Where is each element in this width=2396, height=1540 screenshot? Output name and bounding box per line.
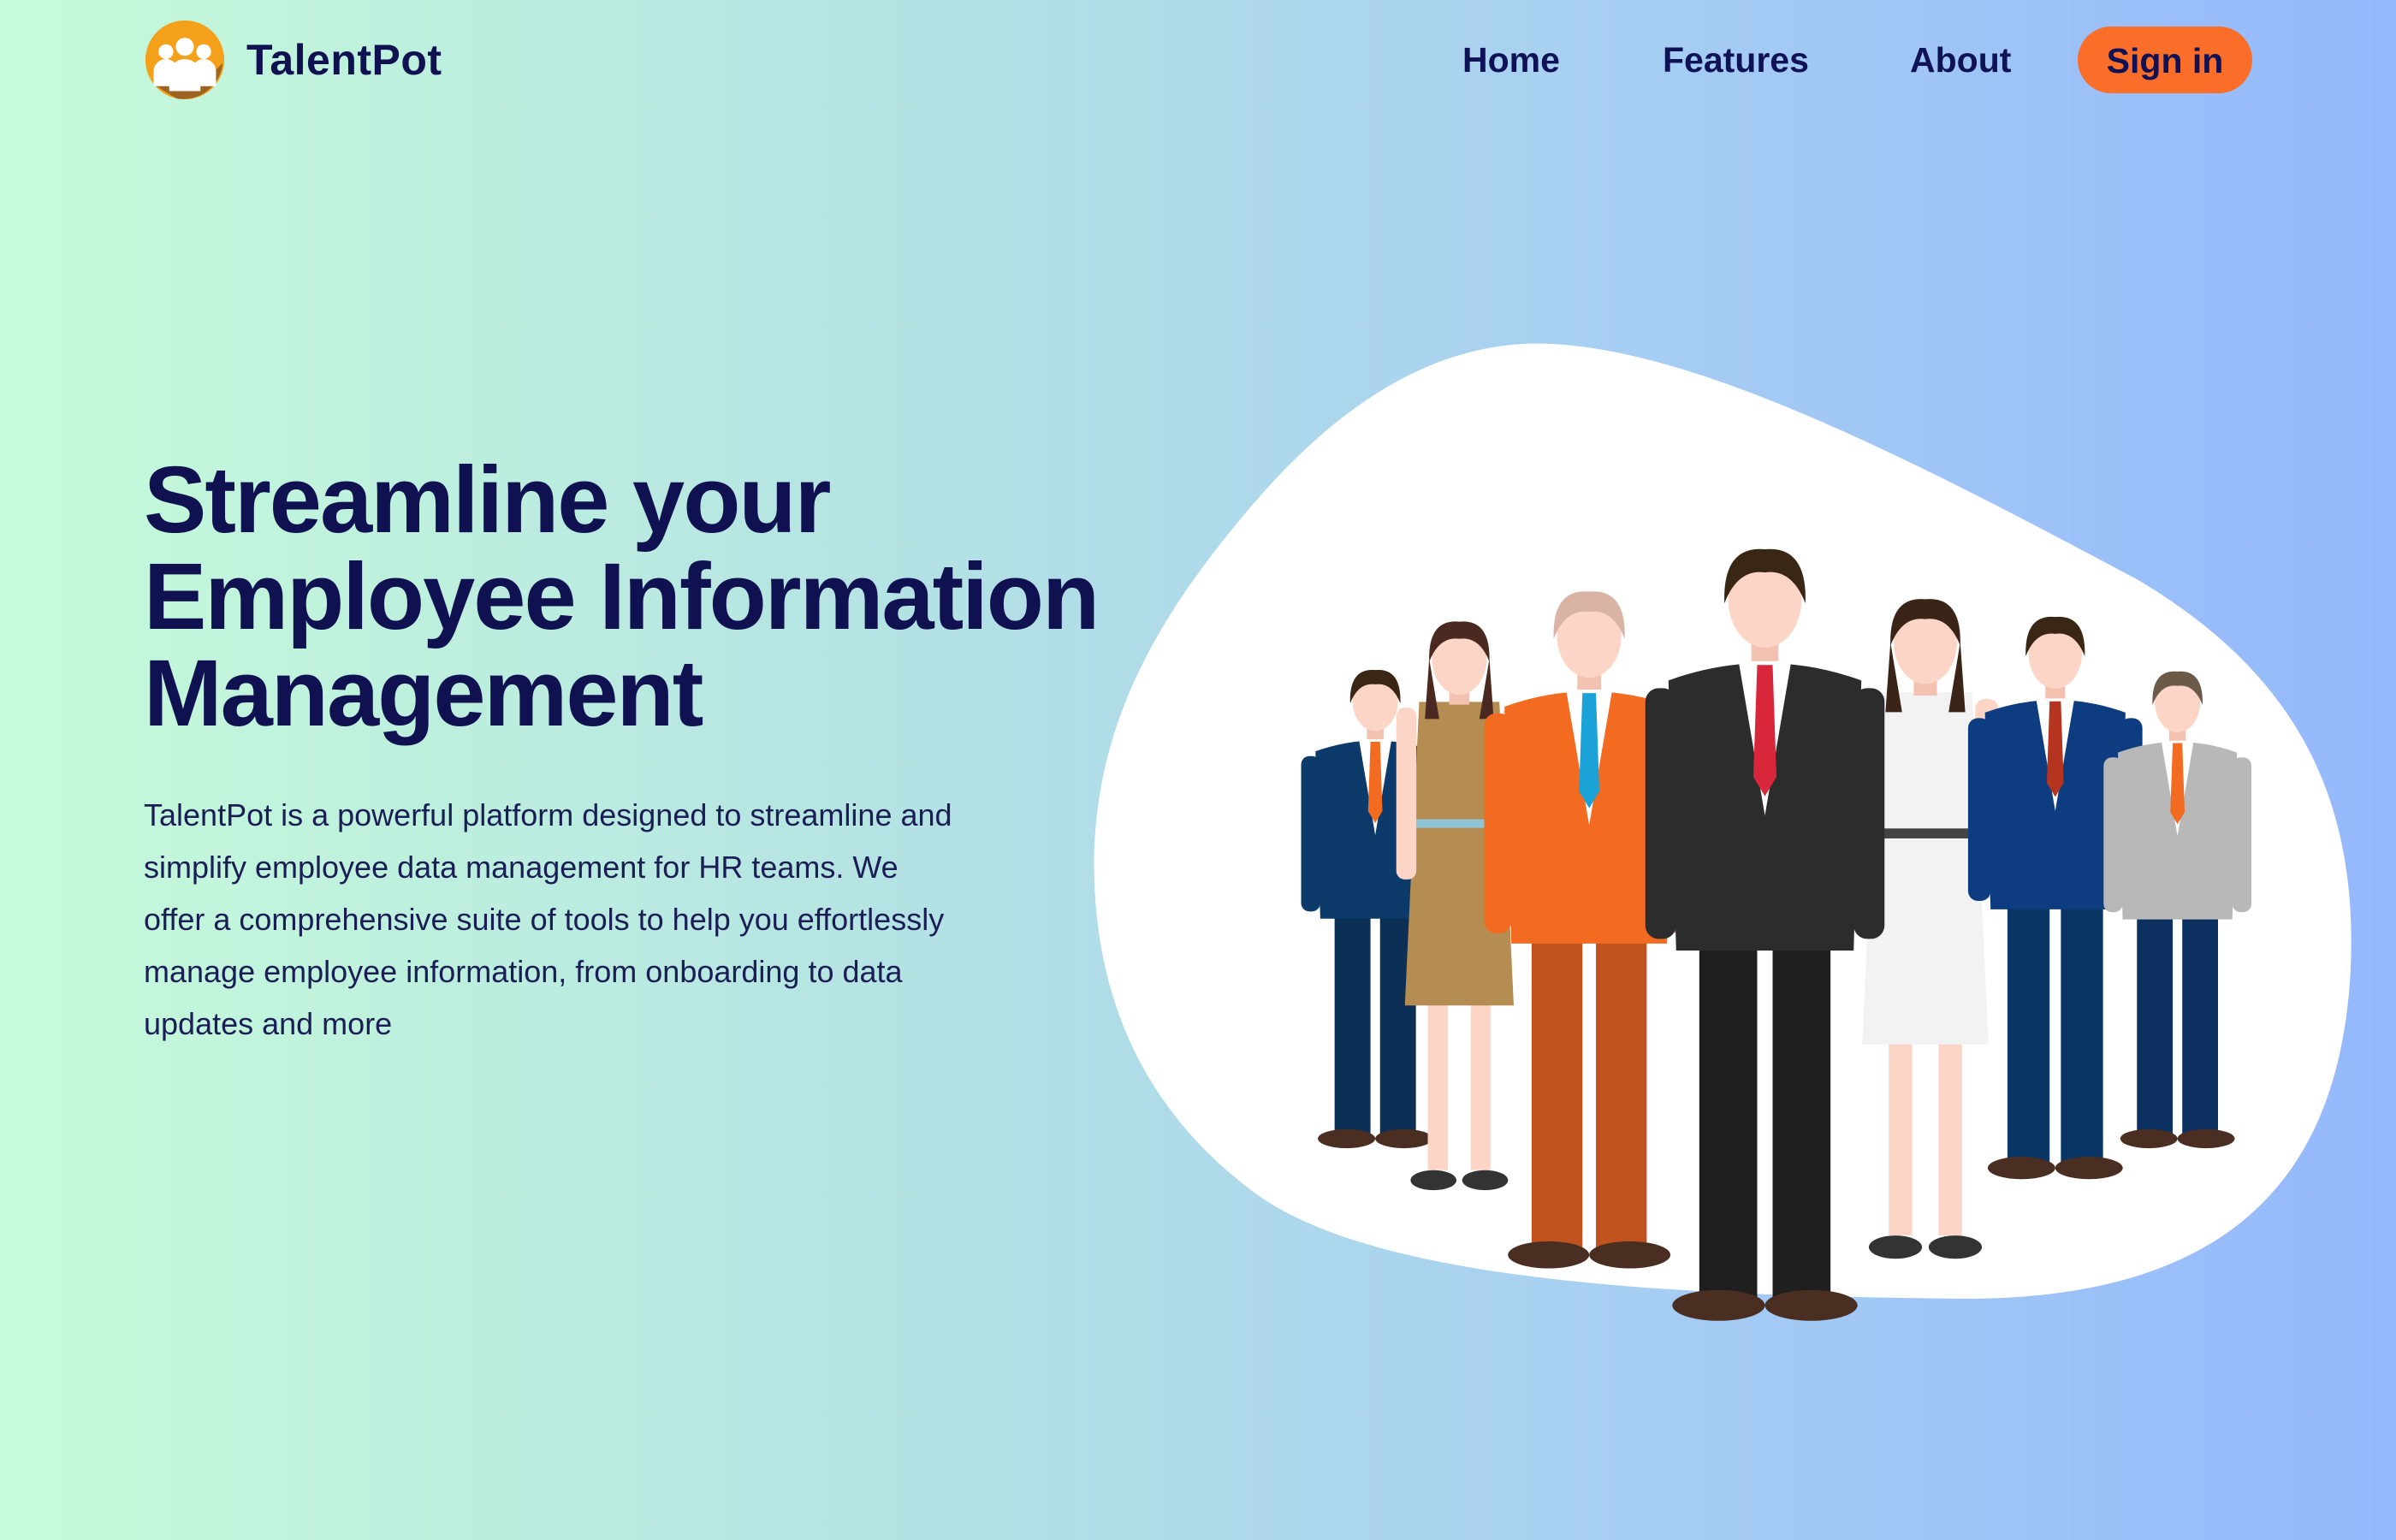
shoe <box>1410 1170 1457 1191</box>
arm <box>2103 757 2123 913</box>
arm <box>1853 688 1885 939</box>
shoe <box>1764 1289 1858 1321</box>
arm <box>1967 718 1991 901</box>
shoe <box>1462 1170 1509 1191</box>
shoe <box>1375 1128 1433 1149</box>
leg <box>1596 909 1647 1248</box>
shoe <box>1672 1289 1765 1321</box>
leg <box>2137 895 2174 1134</box>
leg <box>2182 895 2218 1134</box>
shoe <box>1589 1241 1671 1269</box>
shoe <box>2177 1128 2235 1149</box>
arm <box>1645 688 1676 939</box>
leg <box>2061 881 2103 1163</box>
leg <box>1772 911 1831 1298</box>
shoe <box>2055 1157 2123 1180</box>
tie <box>1753 665 1777 797</box>
tie <box>1579 693 1600 808</box>
tie <box>2046 701 2064 797</box>
shoe <box>1868 1235 1923 1259</box>
arm <box>1396 708 1417 880</box>
arm <box>1301 755 1320 912</box>
tie <box>1367 741 1383 824</box>
hero-illustration <box>1094 343 2352 1321</box>
shoe <box>1318 1128 1376 1149</box>
shoe <box>1928 1235 1983 1259</box>
leg <box>1699 911 1758 1298</box>
leg <box>1334 894 1371 1134</box>
shoe <box>2120 1128 2178 1149</box>
arm <box>1484 713 1512 933</box>
shoe <box>1987 1157 2055 1180</box>
belt <box>1875 828 1976 838</box>
leg <box>2007 881 2050 1163</box>
tie <box>2170 743 2185 825</box>
leg <box>1531 909 1583 1248</box>
arm <box>2232 757 2251 913</box>
shoe <box>1508 1241 1590 1269</box>
